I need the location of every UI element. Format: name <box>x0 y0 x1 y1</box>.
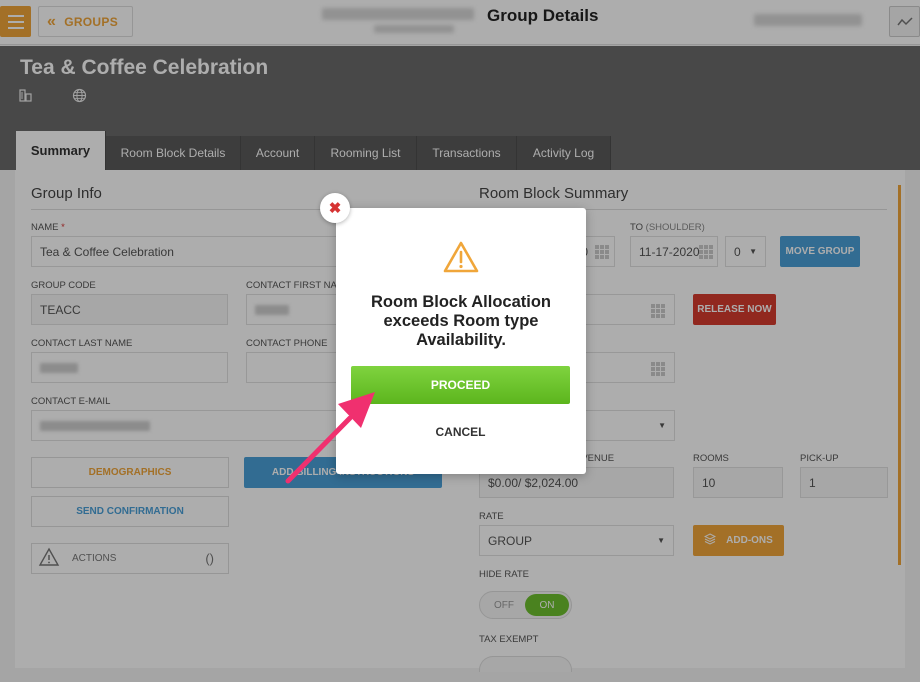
close-icon[interactable]: ✖ <box>320 193 350 223</box>
cancel-button[interactable]: CANCEL <box>351 418 570 446</box>
proceed-button[interactable]: PROCEED <box>351 366 570 404</box>
dialog-message: Room Block Allocation exceeds Room type … <box>371 293 551 349</box>
warning-triangle-icon <box>442 240 480 274</box>
